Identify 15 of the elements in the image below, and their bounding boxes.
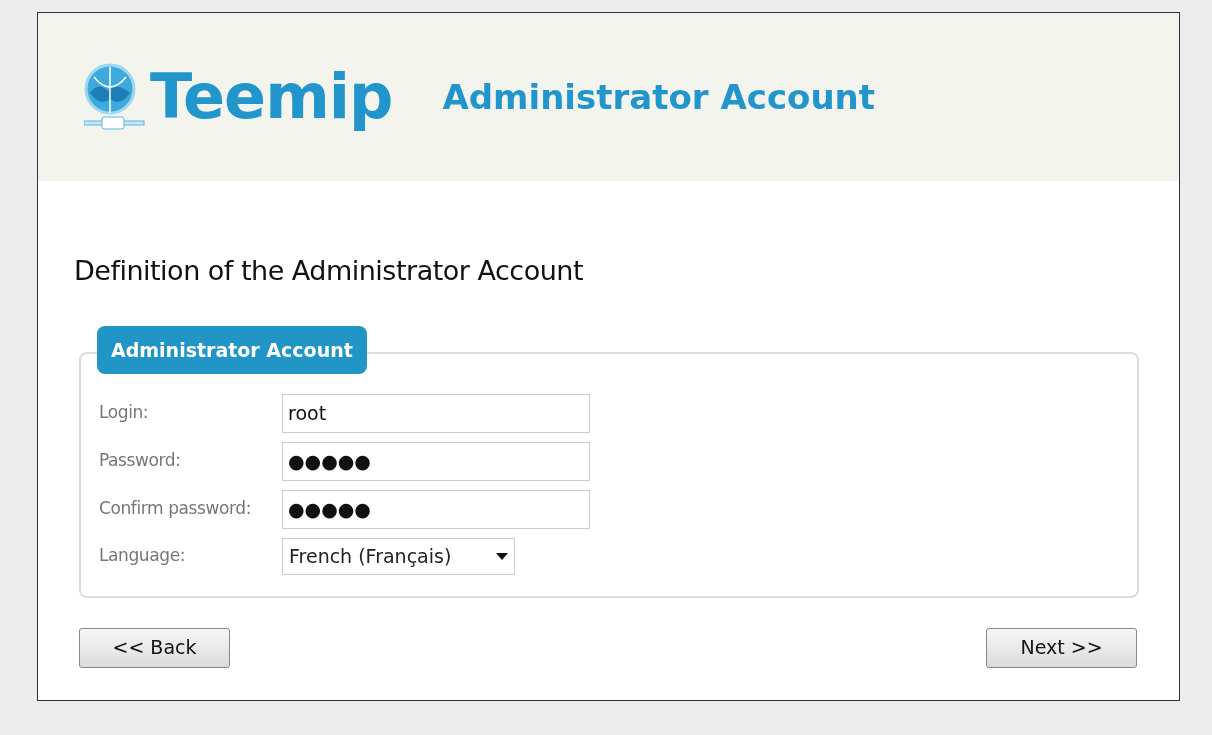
input-field[interactable]: ●●●●● (282, 489, 590, 529)
input-field[interactable]: root (282, 393, 590, 433)
caret-icon (496, 552, 508, 560)
globe-network-icon (84, 63, 146, 131)
page-title: Definition of the Administrator Account (74, 254, 584, 288)
field-label: Confirm password: (99, 497, 253, 521)
back-button[interactable]: << Back (79, 627, 230, 668)
field-label: Login: (99, 401, 150, 425)
fieldset-legend: Administrator Account (97, 325, 367, 375)
field-label: Language: (99, 544, 187, 568)
header-title: Administrator Account (442, 75, 876, 119)
input-field[interactable]: ●●●●● (282, 441, 590, 481)
field-label: Password: (99, 449, 182, 473)
language-dropdown[interactable]: French (Français) (282, 537, 515, 575)
next-button[interactable]: Next >> (986, 627, 1137, 668)
